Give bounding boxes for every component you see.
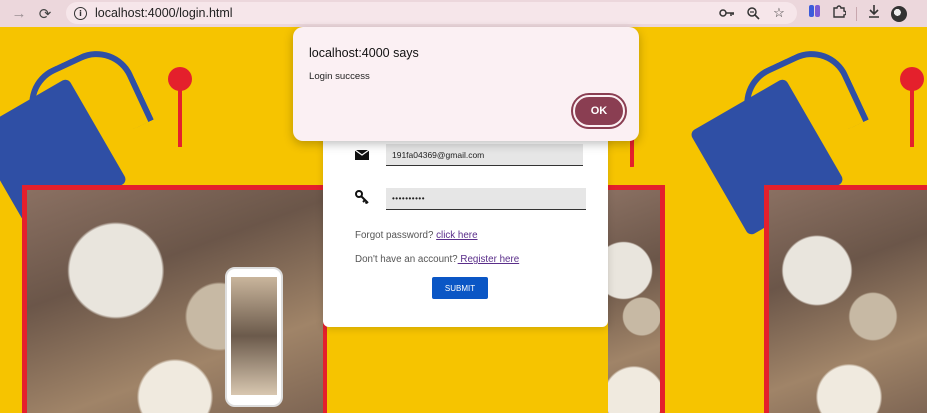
alert-dialog: localhost:4000 says Login success OK xyxy=(293,27,639,141)
download-icon[interactable] xyxy=(867,4,881,23)
address-bar[interactable]: i localhost:4000/login.html ☆ xyxy=(66,2,797,24)
password-input[interactable] xyxy=(386,188,586,210)
food-photo-center xyxy=(608,190,660,413)
phone-illustration xyxy=(225,267,283,407)
toolbar-divider xyxy=(856,6,857,21)
zoom-icon[interactable] xyxy=(745,4,761,22)
email-input[interactable] xyxy=(386,144,583,166)
register-link[interactable]: Register here xyxy=(458,254,519,265)
phone-screen xyxy=(231,277,277,395)
food-photo-right xyxy=(769,190,927,413)
back-arrow-icon[interactable]: → xyxy=(10,5,28,23)
envelope-icon xyxy=(355,149,369,161)
site-info-icon[interactable]: i xyxy=(74,6,87,20)
browser-toolbar: → ⟳ i localhost:4000/login.html ☆ xyxy=(0,0,927,27)
register-prompt-text: Don't have an account? xyxy=(355,254,458,265)
extensions-puzzle-icon[interactable] xyxy=(832,4,847,23)
register-line: Don't have an account? Register here xyxy=(355,254,519,265)
forgot-password-text: Forgot password? xyxy=(355,230,437,241)
submit-button[interactable]: SUBMIT xyxy=(432,277,488,299)
forgot-password-link[interactable]: click here xyxy=(436,230,477,241)
profile-avatar[interactable] xyxy=(891,5,907,22)
bookmark-star-icon[interactable]: ☆ xyxy=(771,4,787,22)
password-row xyxy=(355,190,369,204)
spoon-stem-left xyxy=(178,87,182,147)
email-row xyxy=(355,149,369,161)
key-icon xyxy=(355,190,369,204)
url-text[interactable]: localhost:4000/login.html xyxy=(95,6,233,20)
ok-button[interactable]: OK xyxy=(571,93,627,129)
reload-icon[interactable]: ⟳ xyxy=(36,5,54,23)
spoon-stem-right xyxy=(910,87,914,147)
extension-app-icon[interactable] xyxy=(808,4,822,23)
dialog-title: localhost:4000 says xyxy=(309,46,419,60)
login-card: Forgot password? click here Don't have a… xyxy=(323,119,608,327)
forgot-password-line: Forgot password? click here xyxy=(355,230,478,241)
dialog-message: Login success xyxy=(309,71,370,82)
key-icon[interactable] xyxy=(719,4,735,22)
